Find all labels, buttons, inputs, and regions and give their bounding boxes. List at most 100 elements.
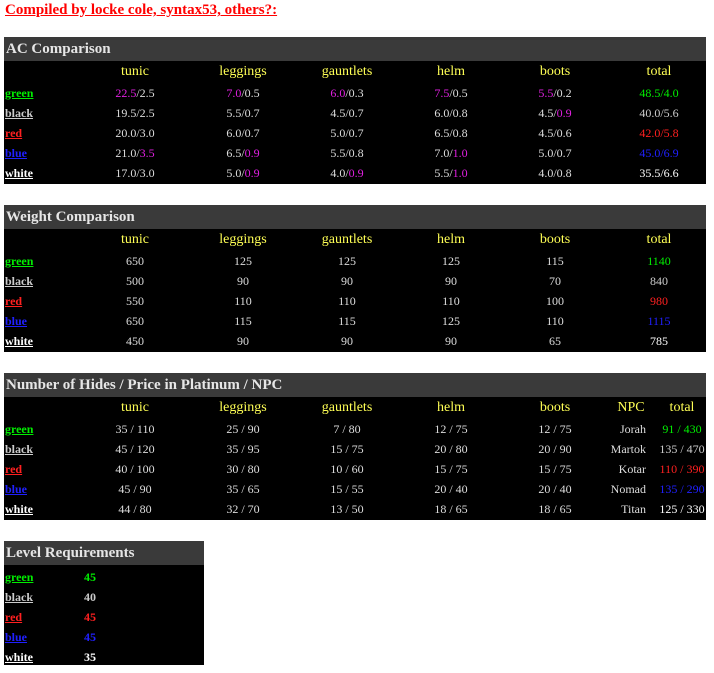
ac-cell-part: 45.0/6.9 bbox=[639, 146, 679, 160]
hides-row-label-blue[interactable]: blue bbox=[5, 479, 27, 499]
ac-comparison-title: AC Comparison bbox=[4, 37, 706, 61]
ac-cell-part: 0.9 bbox=[244, 146, 260, 160]
level-requirements-table: Level Requirements green 45 black 40 red 45 bl… bbox=[4, 541, 204, 665]
hides-header-leggings: leggings bbox=[219, 400, 267, 415]
hides-row-label-black[interactable]: black bbox=[5, 439, 33, 459]
ac-row-label-black[interactable]: black bbox=[5, 103, 33, 123]
ac-cell-part: 0.9 bbox=[244, 166, 260, 180]
ac-cell: 6.5/0.9 bbox=[226, 143, 259, 163]
weight-comparison-table: Weight Comparison tunic leggings gauntlets… bbox=[4, 205, 706, 352]
ac-cell-part: 4.0/ bbox=[330, 166, 349, 180]
hides-cell: 25 / 90 bbox=[226, 422, 260, 436]
weight-header-tunic: tunic bbox=[121, 232, 149, 247]
ac-cell-part: 5.0/0.7 bbox=[538, 146, 572, 160]
hides-cell: 15 / 75 bbox=[538, 462, 572, 476]
weight-header-row: tunic leggings gauntlets helm boots total bbox=[4, 229, 706, 251]
level-row-label-red[interactable]: red bbox=[5, 607, 22, 627]
level-row-label-blue[interactable]: blue bbox=[5, 627, 27, 647]
level-value: 45 bbox=[84, 570, 96, 584]
ac-cell: 45.0/6.9 bbox=[639, 143, 678, 163]
hides-row: white 44 / 80 32 / 70 13 / 50 18 / 65 18 / 65… bbox=[4, 499, 706, 519]
hides-header-row: tunic leggings gauntlets helm boots NPC total bbox=[4, 397, 706, 419]
hides-row-label-white[interactable]: white bbox=[5, 499, 33, 519]
ac-cell-part: 7.5 bbox=[434, 86, 450, 100]
ac-cell-part: 5.0/ bbox=[226, 166, 245, 180]
ac-cell: 4.5/0.6 bbox=[538, 123, 571, 143]
level-value: 35 bbox=[84, 650, 96, 664]
weight-cell: 90 bbox=[341, 334, 353, 348]
ac-cell-part: 6.5/ bbox=[226, 146, 245, 160]
hides-cell: 45 / 90 bbox=[118, 482, 152, 496]
weight-cell: 125 bbox=[442, 254, 460, 268]
weight-cell: 110 bbox=[442, 294, 460, 308]
ac-cell-part: 42.0/5.8 bbox=[639, 126, 679, 140]
weight-cell: 90 bbox=[237, 274, 249, 288]
weight-cell: 90 bbox=[341, 274, 353, 288]
ac-row-label-blue[interactable]: blue bbox=[5, 143, 27, 163]
weight-cell: 125 bbox=[338, 254, 356, 268]
npc-name: Jorah bbox=[620, 422, 646, 436]
weight-row-label-black[interactable]: black bbox=[5, 271, 33, 291]
weight-cell: 110 bbox=[338, 294, 356, 308]
weight-cell: 650 bbox=[126, 254, 144, 268]
level-row: blue 45 bbox=[4, 627, 204, 647]
ac-row-label-red[interactable]: red bbox=[5, 123, 22, 143]
weight-cell: 90 bbox=[237, 334, 249, 348]
ac-cell-part: 6.0/0.8 bbox=[434, 106, 468, 120]
weight-comparison-title: Weight Comparison bbox=[4, 205, 706, 229]
hides-price-npc-title: Number of Hides / Price in Platinum / NP… bbox=[4, 373, 706, 397]
weight-cell: 115 bbox=[338, 314, 356, 328]
hides-cell: 7 / 80 bbox=[333, 422, 361, 436]
ac-cell-part: 6.0/0.7 bbox=[226, 126, 260, 140]
ac-cell-part: 4.5/ bbox=[538, 106, 557, 120]
ac-cell-part: 40.0/5.6 bbox=[639, 106, 679, 120]
weight-header-gauntlets: gauntlets bbox=[321, 232, 373, 247]
ac-cell: 6.0/0.8 bbox=[434, 103, 467, 123]
ac-cell-part: 17.0/3.0 bbox=[115, 166, 155, 180]
weight-cell: 125 bbox=[234, 254, 252, 268]
ac-cell: 4.0/0.9 bbox=[330, 163, 363, 183]
hides-row-label-green[interactable]: green bbox=[5, 419, 33, 439]
ac-cell-part: 3.5 bbox=[139, 146, 155, 160]
weight-cell: 1115 bbox=[647, 314, 671, 328]
ac-row-label-green[interactable]: green bbox=[5, 83, 33, 103]
weight-row: black 500 90 90 90 70 840 bbox=[4, 271, 706, 291]
ac-cell: 40.0/5.6 bbox=[639, 103, 678, 123]
hides-row-label-red[interactable]: red bbox=[5, 459, 22, 479]
ac-header-tunic: tunic bbox=[121, 64, 149, 79]
hides-cell: 20 / 40 bbox=[434, 482, 468, 496]
ac-row-label-white[interactable]: white bbox=[5, 163, 33, 183]
ac-cell: 19.5/2.5 bbox=[115, 103, 154, 123]
weight-row-label-red[interactable]: red bbox=[5, 291, 22, 311]
hides-total: 135 / 470 bbox=[659, 442, 705, 456]
ac-cell: 7.0/0.5 bbox=[226, 83, 259, 103]
hides-row: blue 45 / 90 35 / 65 15 / 55 20 / 40 20 / 40 N… bbox=[4, 479, 706, 499]
hides-header-gauntlets: gauntlets bbox=[321, 400, 373, 415]
weight-header-total: total bbox=[646, 232, 672, 247]
ac-header-total: total bbox=[646, 64, 672, 79]
ac-cell-part: 22.5 bbox=[115, 86, 137, 100]
level-row-label-black[interactable]: black bbox=[5, 587, 33, 607]
weight-header-boots: boots bbox=[539, 232, 571, 247]
level-row-label-green[interactable]: green bbox=[5, 567, 33, 587]
level-row: red 45 bbox=[4, 607, 204, 627]
ac-cell: 6.5/0.8 bbox=[434, 123, 467, 143]
ac-cell-part: 20.0/3.0 bbox=[115, 126, 155, 140]
level-row-label-white[interactable]: white bbox=[5, 647, 33, 667]
weight-cell: 100 bbox=[546, 294, 564, 308]
ac-cell-part: 4.5/0.6 bbox=[538, 126, 572, 140]
weight-row-label-blue[interactable]: blue bbox=[5, 311, 27, 331]
weight-row: white 450 90 90 90 65 785 bbox=[4, 331, 706, 351]
ac-cell: 4.5/0.9 bbox=[538, 103, 571, 123]
ac-cell-part: 5.5/0.8 bbox=[330, 146, 364, 160]
hides-cell: 45 / 120 bbox=[115, 442, 155, 456]
weight-row-label-white[interactable]: white bbox=[5, 331, 33, 351]
weight-row: blue 650 115 115 125 110 1115 bbox=[4, 311, 706, 331]
weight-cell: 115 bbox=[234, 314, 252, 328]
npc-name: Titan bbox=[621, 502, 646, 516]
weight-row-label-green[interactable]: green bbox=[5, 251, 33, 271]
hides-header-boots: boots bbox=[539, 400, 571, 415]
credit-link[interactable]: Compiled by locke cole, syntax53, others… bbox=[5, 2, 277, 19]
weight-row: green 650 125 125 125 115 1140 bbox=[4, 251, 706, 271]
ac-cell: 7.0/1.0 bbox=[434, 143, 467, 163]
